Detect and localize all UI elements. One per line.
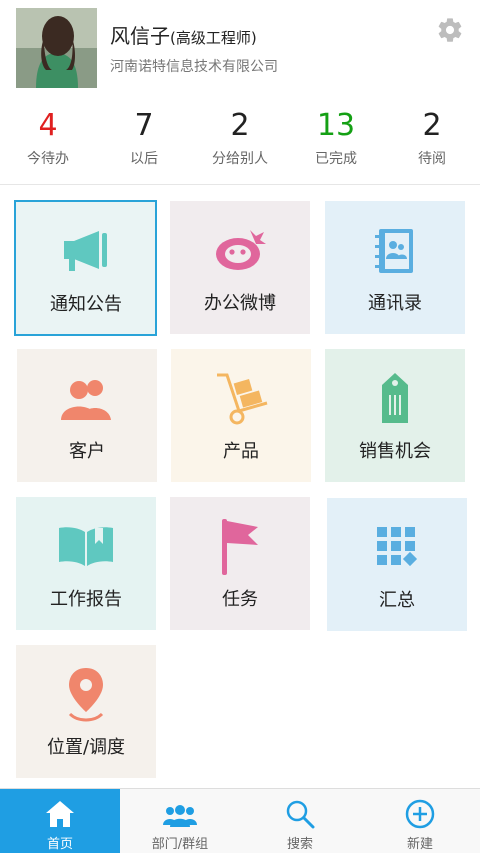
settings-gear-icon[interactable] <box>436 16 464 44</box>
tile-weibo[interactable]: 办公微博 <box>170 201 310 334</box>
tile-label: 通讯录 <box>368 293 422 314</box>
nav-new[interactable]: 新建 <box>360 789 480 853</box>
nav-home[interactable]: 首页 <box>0 789 120 853</box>
stats-row: 4 今待办 7 以后 2 分给别人 13 已完成 2 待阅 <box>0 104 480 184</box>
tile-summary[interactable]: 汇总 <box>327 498 467 631</box>
tile-work-report[interactable]: 工作报告 <box>16 497 156 630</box>
company-name: 河南诺特信息技术有限公司 <box>110 59 278 75</box>
stat-completed[interactable]: 13 已完成 <box>288 104 384 184</box>
nav-label: 新建 <box>406 837 433 852</box>
open-book-icon <box>16 517 156 575</box>
tile-label: 通知公告 <box>50 294 122 315</box>
search-icon <box>240 789 360 829</box>
tile-label: 工作报告 <box>50 589 122 610</box>
tile-label: 客户 <box>69 441 105 462</box>
avatar[interactable] <box>16 8 97 88</box>
profile-header: 风信子(高级工程师) 河南诺特信息技术有限公司 <box>0 0 480 100</box>
tile-label: 位置/调度 <box>46 737 126 758</box>
stat-value: 4 <box>38 108 58 143</box>
stat-label: 已完成 <box>315 151 357 167</box>
stat-today-todo[interactable]: 4 今待办 <box>0 104 96 184</box>
weibo-icon <box>170 221 310 279</box>
customers-icon <box>17 369 157 427</box>
add-circle-icon <box>360 789 480 829</box>
user-name: 风信子(高级工程师) <box>110 20 257 49</box>
flag-icon <box>170 517 310 575</box>
stat-label: 今待办 <box>27 151 69 167</box>
tile-label: 任务 <box>222 589 258 610</box>
nav-label: 搜索 <box>286 837 313 852</box>
tile-contacts[interactable]: 通讯录 <box>325 201 465 334</box>
nav-label: 首页 <box>46 837 73 852</box>
divider <box>0 184 480 185</box>
hand-truck-icon <box>171 369 311 427</box>
user-name-text: 风信子 <box>110 24 170 48</box>
nav-search[interactable]: 搜索 <box>240 789 360 853</box>
stat-label: 分给别人 <box>212 151 268 167</box>
stat-value: 2 <box>422 108 442 143</box>
tile-notice[interactable]: 通知公告 <box>14 200 157 336</box>
user-title: (高级工程师) <box>170 29 257 47</box>
stat-value: 2 <box>230 108 250 143</box>
tile-products[interactable]: 产品 <box>171 349 311 482</box>
stat-label: 待阅 <box>418 151 446 167</box>
tile-customers[interactable]: 客户 <box>17 349 157 482</box>
tile-tasks[interactable]: 任务 <box>170 497 310 630</box>
tile-location[interactable]: 位置/调度 <box>16 645 156 778</box>
tile-sales-opportunity[interactable]: 销售机会 <box>325 349 465 482</box>
group-icon <box>120 789 240 829</box>
tile-label: 产品 <box>223 441 259 462</box>
megaphone-icon <box>16 222 156 280</box>
price-tag-icon <box>325 369 465 427</box>
nav-label: 部门/群组 <box>151 837 209 852</box>
tile-label: 销售机会 <box>359 441 431 462</box>
stat-value: 13 <box>316 108 356 143</box>
stat-value: 7 <box>134 108 154 143</box>
stat-to-read[interactable]: 2 待阅 <box>384 104 480 184</box>
contacts-book-icon <box>325 221 465 279</box>
stat-assigned-others[interactable]: 2 分给别人 <box>192 104 288 184</box>
stat-later[interactable]: 7 以后 <box>96 104 192 184</box>
location-pin-icon <box>16 665 156 723</box>
home-icon <box>0 789 120 829</box>
tile-label: 汇总 <box>379 590 415 611</box>
nav-groups[interactable]: 部门/群组 <box>120 789 240 853</box>
tile-label: 办公微博 <box>204 293 276 314</box>
bottom-nav: 首页 部门/群组 搜索 新建 <box>0 788 480 853</box>
stat-label: 以后 <box>130 151 158 167</box>
grid-summary-icon <box>327 518 467 576</box>
